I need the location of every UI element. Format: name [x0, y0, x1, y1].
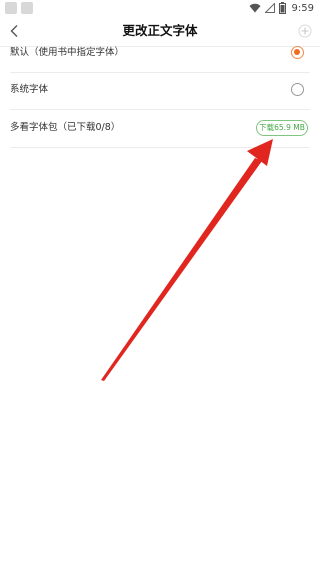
- notification-icon: [5, 2, 17, 14]
- status-bar: 9:59: [0, 0, 320, 16]
- status-time: 9:59: [291, 2, 314, 14]
- font-pack-label: 多看字体包（已下载0/8）: [10, 122, 121, 133]
- signal-icon: [264, 3, 275, 13]
- font-option-default[interactable]: 默认（使用书中指定字体）: [10, 35, 310, 71]
- font-option-label: 系统字体: [10, 84, 49, 95]
- battery-icon: [278, 2, 286, 14]
- radio-unselected[interactable]: [291, 83, 304, 96]
- font-option-system[interactable]: 系统字体: [10, 72, 310, 108]
- font-pack-row[interactable]: 多看字体包（已下载0/8） 下载65.9 MB: [10, 110, 310, 146]
- notification-icon: [21, 2, 33, 14]
- wifi-icon: [249, 3, 261, 13]
- font-option-label: 默认（使用书中指定字体）: [10, 47, 125, 58]
- download-button[interactable]: 下载65.9 MB: [256, 120, 308, 136]
- status-indicators: 9:59: [249, 1, 314, 15]
- radio-selected[interactable]: [291, 46, 304, 59]
- row-divider: [10, 147, 310, 148]
